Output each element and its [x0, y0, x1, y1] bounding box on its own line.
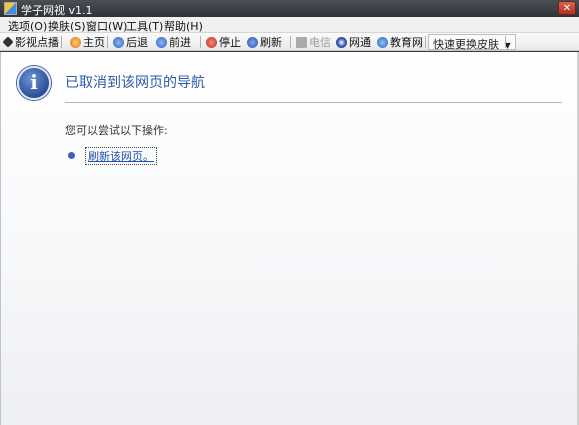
refresh-page-link[interactable]: 刷新该网页。	[85, 147, 157, 165]
netcom-button[interactable]: 网通	[336, 35, 371, 49]
menu-options[interactable]: 选项(O)	[8, 18, 47, 34]
edu-button[interactable]: 教育网	[377, 35, 423, 49]
back-label: 后退	[126, 36, 148, 49]
menu-skin[interactable]: 换肤(S)	[48, 18, 86, 34]
forward-button[interactable]: 前进	[156, 35, 191, 49]
telecom-label: 电信	[309, 36, 331, 49]
film-icon	[2, 36, 14, 48]
bullet-icon	[68, 152, 75, 159]
stop-button[interactable]: 停止	[206, 35, 241, 49]
skin-label: 快速更换皮肤	[433, 38, 499, 51]
menu-window[interactable]: 窗口(W)	[86, 18, 127, 34]
edu-network-icon	[377, 36, 388, 48]
menu-tools[interactable]: 工具(T)	[126, 18, 163, 34]
refresh-label: 刷新	[260, 36, 282, 49]
suggestion-heading: 您可以尝试以下操作:	[65, 124, 168, 137]
window-title: 学子网视 v1.1	[21, 4, 93, 17]
toolbar-separator	[425, 36, 426, 48]
forward-label: 前进	[169, 36, 191, 49]
skin-dropdown[interactable]: 快速更换皮肤 ▼	[428, 34, 516, 51]
edu-label: 教育网	[390, 36, 423, 49]
browser-content: i 已取消到该网页的导航 您可以尝试以下操作: 刷新该网页。	[0, 52, 579, 425]
menu-bar: 选项(O) 换肤(S) 窗口(W) 工具(T) 帮助(H)	[0, 17, 579, 33]
home-icon	[70, 36, 81, 48]
toolbar-separator	[290, 36, 291, 48]
back-button[interactable]: 后退	[113, 35, 148, 49]
toolbar-separator	[505, 36, 506, 48]
home-button[interactable]: 主页	[70, 35, 105, 49]
telecom-icon	[296, 36, 307, 48]
toolbar-separator	[107, 36, 108, 48]
telecom-button[interactable]: 电信	[296, 35, 331, 49]
info-icon: i	[17, 66, 51, 100]
app-icon	[4, 2, 17, 15]
back-arrow-icon	[113, 36, 124, 48]
movies-button[interactable]: 影视点播	[2, 35, 59, 49]
refresh-button[interactable]: 刷新	[247, 35, 282, 49]
toolbar-separator	[61, 36, 62, 48]
movies-label: 影视点播	[15, 36, 59, 49]
page-title: 已取消到该网页的导航	[65, 75, 205, 91]
netcom-icon	[336, 36, 347, 48]
stop-icon	[206, 36, 217, 48]
home-label: 主页	[83, 36, 105, 49]
divider	[65, 102, 562, 103]
menu-help[interactable]: 帮助(H)	[164, 18, 203, 34]
refresh-icon	[247, 36, 258, 48]
netcom-label: 网通	[349, 36, 371, 49]
toolbar-separator	[200, 36, 201, 48]
title-bar: 学子网视 v1.1 ✕	[0, 0, 579, 17]
close-button[interactable]: ✕	[558, 1, 576, 15]
forward-arrow-icon	[156, 36, 167, 48]
toolbar: 影视点播 主页 后退 前进 停止 刷新 电信 网通 教育网 快速更换皮肤 ▼	[0, 33, 579, 51]
stop-label: 停止	[219, 36, 241, 49]
